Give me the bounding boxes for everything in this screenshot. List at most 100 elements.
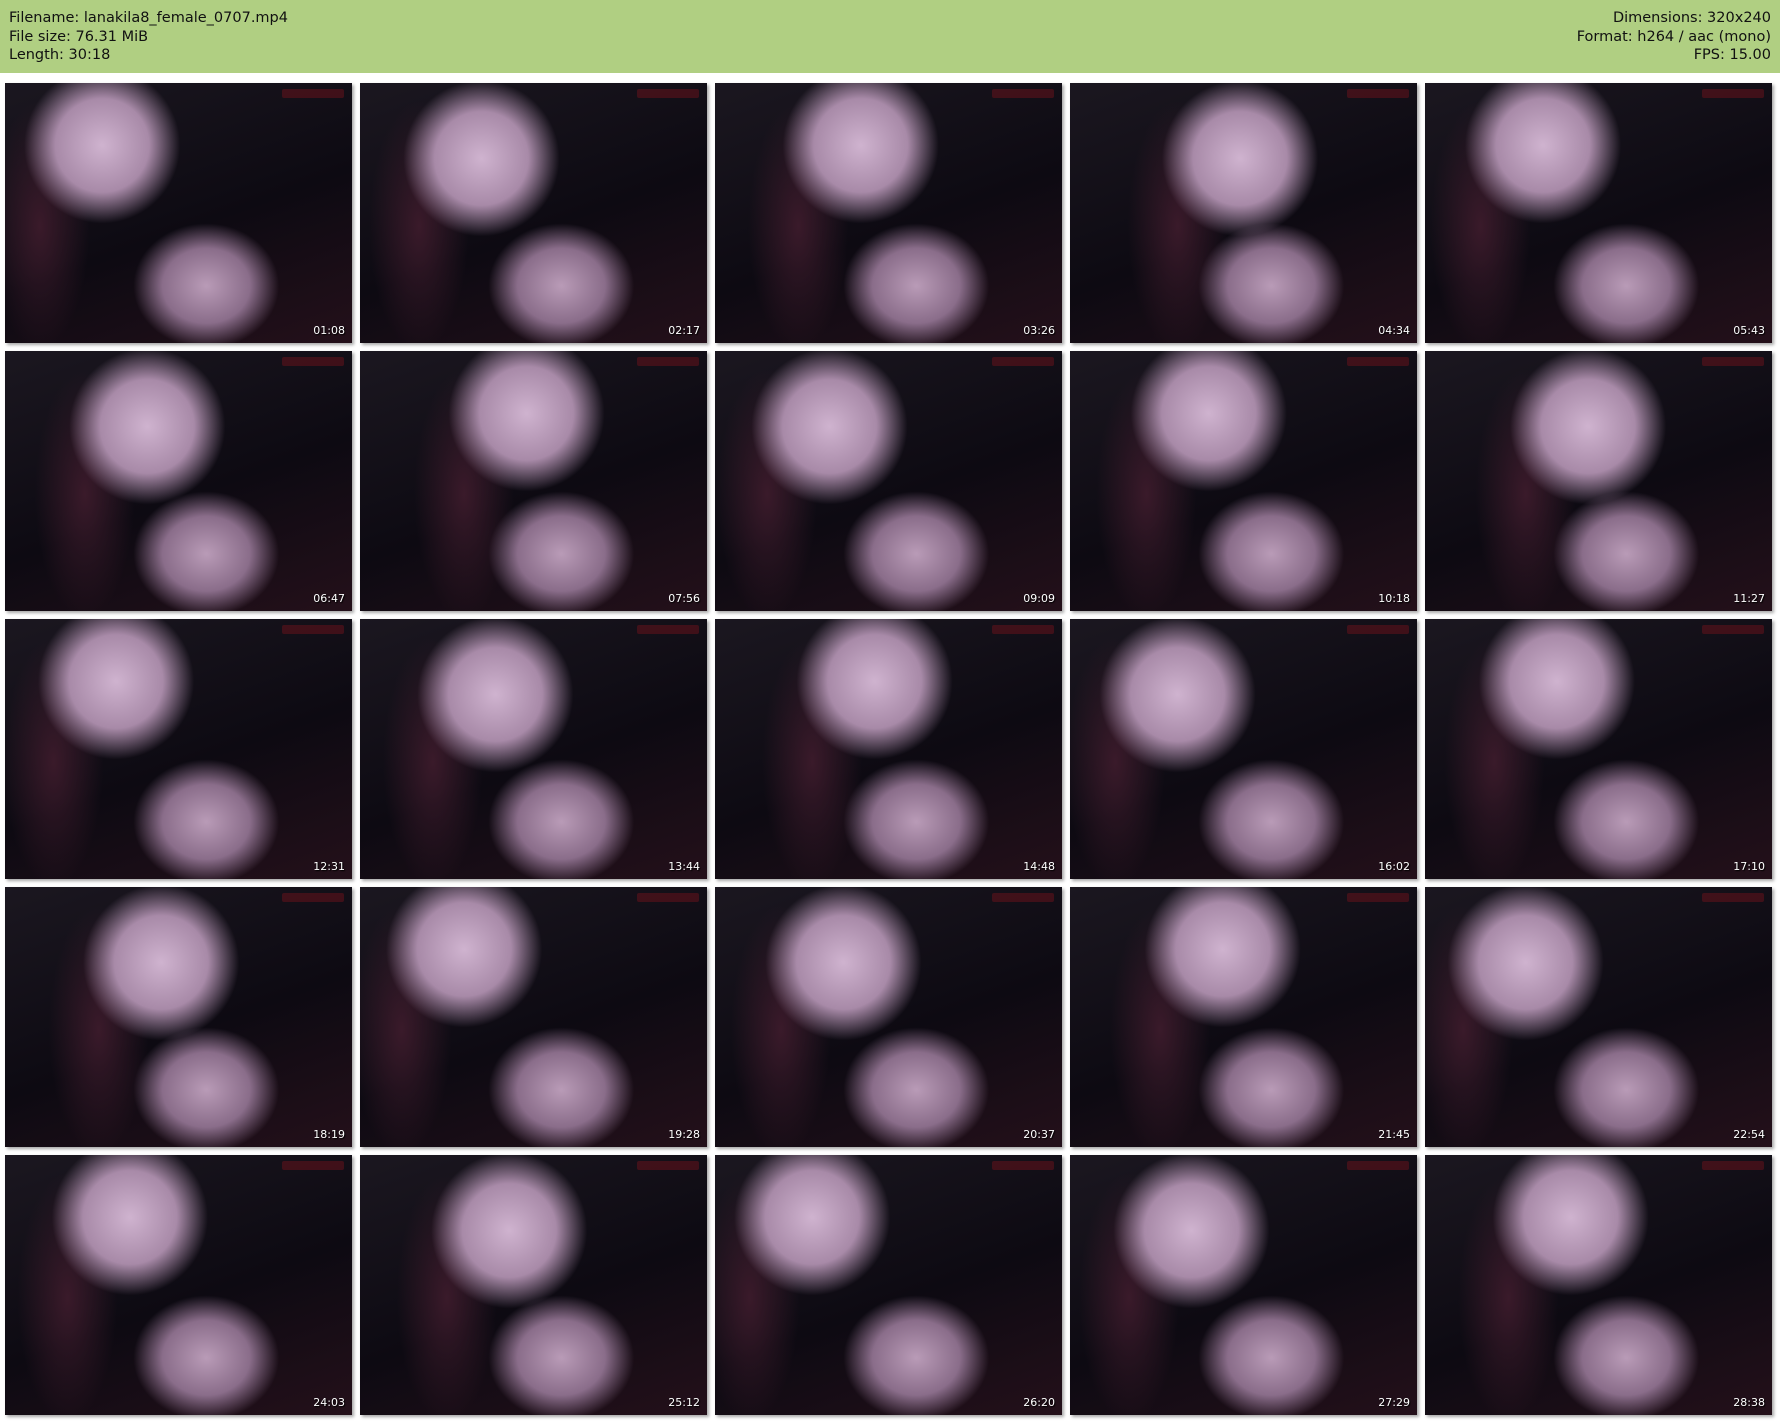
- video-thumbnail: 14:48: [715, 619, 1062, 879]
- thumbnail-grid: 01:08 02:17 03:26 04:34 05:43 06:47 07:56 09:09…: [0, 0, 1780, 1423]
- watermark-logo: [637, 357, 699, 366]
- frame-image: [715, 1155, 1062, 1415]
- video-thumbnail: 16:02: [1070, 619, 1417, 879]
- video-thumbnail: 07:56: [360, 351, 707, 611]
- frame-image: [1425, 83, 1772, 343]
- video-thumbnail: 21:45: [1070, 887, 1417, 1147]
- watermark-logo: [992, 625, 1054, 634]
- watermark-logo: [637, 625, 699, 634]
- watermark-logo: [282, 357, 344, 366]
- frame-image: [5, 887, 352, 1147]
- watermark-logo: [992, 893, 1054, 902]
- frame-image: [1070, 887, 1417, 1147]
- video-thumbnail: 28:38: [1425, 1155, 1772, 1415]
- thumbnail-timestamp: 11:27: [1733, 592, 1765, 605]
- frame-image: [715, 83, 1062, 343]
- frame-image: [1425, 1155, 1772, 1415]
- thumbnail-timestamp: 19:28: [668, 1128, 700, 1141]
- video-thumbnail: 18:19: [5, 887, 352, 1147]
- watermark-logo: [637, 89, 699, 98]
- video-thumbnail: 13:44: [360, 619, 707, 879]
- thumbnail-timestamp: 17:10: [1733, 860, 1765, 873]
- video-thumbnail: 06:47: [5, 351, 352, 611]
- watermark-logo: [1347, 89, 1409, 98]
- watermark-logo: [1702, 89, 1764, 98]
- video-thumbnail: 27:29: [1070, 1155, 1417, 1415]
- watermark-logo: [1702, 357, 1764, 366]
- thumbnail-timestamp: 27:29: [1378, 1396, 1410, 1409]
- frame-image: [1425, 351, 1772, 611]
- video-thumbnail: 09:09: [715, 351, 1062, 611]
- video-thumbnail: 25:12: [360, 1155, 707, 1415]
- video-thumbnail: 24:03: [5, 1155, 352, 1415]
- video-thumbnail: 26:20: [715, 1155, 1062, 1415]
- video-thumbnail: 04:34: [1070, 83, 1417, 343]
- video-thumbnail: 17:10: [1425, 619, 1772, 879]
- watermark-logo: [1347, 1161, 1409, 1170]
- thumbnail-timestamp: 24:03: [313, 1396, 345, 1409]
- video-thumbnail: 12:31: [5, 619, 352, 879]
- thumbnail-timestamp: 02:17: [668, 324, 700, 337]
- thumbnail-timestamp: 09:09: [1023, 592, 1055, 605]
- watermark-logo: [1702, 893, 1764, 902]
- thumbnail-timestamp: 03:26: [1023, 324, 1055, 337]
- frame-image: [715, 619, 1062, 879]
- watermark-logo: [1702, 1161, 1764, 1170]
- frame-image: [715, 887, 1062, 1147]
- thumbnail-timestamp: 10:18: [1378, 592, 1410, 605]
- thumbnail-timestamp: 13:44: [668, 860, 700, 873]
- watermark-logo: [637, 893, 699, 902]
- frame-image: [1070, 1155, 1417, 1415]
- frame-image: [360, 83, 707, 343]
- watermark-logo: [992, 357, 1054, 366]
- watermark-logo: [1347, 357, 1409, 366]
- thumbnail-timestamp: 20:37: [1023, 1128, 1055, 1141]
- frame-image: [1425, 887, 1772, 1147]
- watermark-logo: [637, 1161, 699, 1170]
- thumbnail-timestamp: 25:12: [668, 1396, 700, 1409]
- thumbnail-timestamp: 12:31: [313, 860, 345, 873]
- watermark-logo: [282, 1161, 344, 1170]
- frame-image: [1070, 619, 1417, 879]
- thumbnail-timestamp: 06:47: [313, 592, 345, 605]
- watermark-logo: [992, 1161, 1054, 1170]
- video-thumbnail: 20:37: [715, 887, 1062, 1147]
- frame-image: [715, 351, 1062, 611]
- frame-image: [5, 1155, 352, 1415]
- frame-image: [360, 351, 707, 611]
- watermark-logo: [992, 89, 1054, 98]
- watermark-logo: [1347, 893, 1409, 902]
- frame-image: [360, 887, 707, 1147]
- thumbnail-timestamp: 21:45: [1378, 1128, 1410, 1141]
- video-thumbnail: 19:28: [360, 887, 707, 1147]
- watermark-logo: [282, 893, 344, 902]
- thumbnail-timestamp: 22:54: [1733, 1128, 1765, 1141]
- frame-image: [1070, 83, 1417, 343]
- thumbnail-timestamp: 26:20: [1023, 1396, 1055, 1409]
- video-thumbnail: 03:26: [715, 83, 1062, 343]
- watermark-logo: [282, 625, 344, 634]
- thumbnail-timestamp: 07:56: [668, 592, 700, 605]
- video-thumbnail: 01:08: [5, 83, 352, 343]
- video-thumbnail: 11:27: [1425, 351, 1772, 611]
- thumbnail-timestamp: 04:34: [1378, 324, 1410, 337]
- frame-image: [1070, 351, 1417, 611]
- watermark-logo: [282, 89, 344, 98]
- video-thumbnail: 05:43: [1425, 83, 1772, 343]
- frame-image: [360, 1155, 707, 1415]
- watermark-logo: [1347, 625, 1409, 634]
- thumbnail-timestamp: 16:02: [1378, 860, 1410, 873]
- thumbnail-timestamp: 18:19: [313, 1128, 345, 1141]
- frame-image: [5, 619, 352, 879]
- thumbnail-timestamp: 05:43: [1733, 324, 1765, 337]
- thumbnail-timestamp: 01:08: [313, 324, 345, 337]
- thumbnail-timestamp: 28:38: [1733, 1396, 1765, 1409]
- video-thumbnail: 22:54: [1425, 887, 1772, 1147]
- frame-image: [5, 351, 352, 611]
- watermark-logo: [1702, 625, 1764, 634]
- frame-image: [5, 83, 352, 343]
- frame-image: [360, 619, 707, 879]
- frame-image: [1425, 619, 1772, 879]
- video-thumbnail: 02:17: [360, 83, 707, 343]
- video-thumbnail: 10:18: [1070, 351, 1417, 611]
